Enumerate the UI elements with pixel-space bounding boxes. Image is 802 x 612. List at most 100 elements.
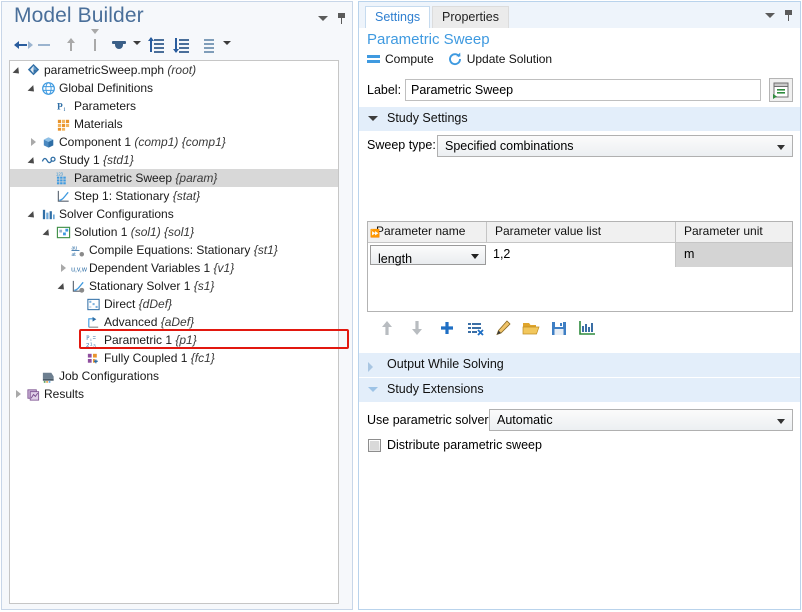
advanced-icon — [85, 313, 102, 331]
tree-item-job-configurations[interactable]: Job Configurations — [10, 367, 338, 385]
tree-item-tag: {dDef} — [135, 297, 172, 311]
tree-item-tag: {st1} — [250, 243, 277, 257]
move-up-icon[interactable] — [377, 318, 397, 338]
parametric-solver-select[interactable]: Automatic — [489, 409, 793, 431]
section-output-while-solving[interactable]: Output While Solving — [359, 352, 800, 377]
tree-item-tag: (sol1) {sol1} — [127, 225, 194, 239]
tree-item-parametricsweep-mph[interactable]: parametricSweep.mph (root) — [10, 61, 338, 79]
expand-toggle-icon[interactable] — [29, 133, 40, 151]
stationary-icon — [55, 187, 72, 205]
study-icon — [40, 151, 57, 169]
tree-item-fully-coupled-1[interactable]: Fully Coupled 1 {fc1} — [10, 349, 338, 367]
tree-item-parametric-1[interactable]: Pi=213Parametric 1 {p1} — [10, 331, 338, 349]
show-hide-dropdown-icon[interactable] — [133, 41, 141, 45]
panel-menu-icon[interactable] — [765, 13, 775, 18]
settings-corner-controls — [765, 10, 793, 21]
tree-indent — [10, 205, 29, 223]
page-title: Model Builder — [14, 4, 144, 28]
tree-item-dependent-variables-1[interactable]: u,v,wDependent Variables 1 {v1} — [10, 259, 338, 277]
tree-toggle-spacer — [29, 367, 40, 385]
table-row[interactable]: length 1,2 m — [368, 243, 792, 267]
tree-item-results[interactable]: Results — [10, 385, 338, 403]
tree-toggle-spacer — [59, 241, 70, 259]
tree-item-compile-equations-stationary[interactable]: auatCompile Equations: Stationary {st1} — [10, 241, 338, 259]
tree-item-parameters[interactable]: PiParameters — [10, 97, 338, 115]
tree-item-parametric-sweep[interactable]: 123Parametric Sweep {param} — [10, 169, 338, 187]
tab-settings[interactable]: Settings — [365, 6, 430, 28]
parameter-table-toolbar — [369, 318, 789, 342]
pin-icon[interactable] — [784, 10, 793, 21]
job-configurations-icon — [40, 367, 57, 385]
column-header-parameter-name: ⏩ Parameter name — [368, 222, 487, 242]
update-solution-button[interactable]: Update Solution — [448, 52, 552, 66]
collapse-toggle-icon[interactable] — [29, 205, 40, 223]
tree-toggle-spacer — [74, 331, 85, 349]
parameter-table[interactable]: ⏩ Parameter name Parameter value list Pa… — [367, 221, 793, 312]
settings-panel: Settings Properties Parametric Sweep Com… — [358, 1, 801, 610]
section-study-settings[interactable]: Study Settings — [359, 106, 800, 131]
tree-item-label: Dependent Variables 1 — [89, 261, 210, 275]
tree-item-component-1[interactable]: Component 1 (comp1) {comp1} — [10, 133, 338, 151]
parameter-name-select[interactable]: length — [370, 245, 486, 265]
tree-item-label: Parametric 1 — [104, 333, 172, 347]
tree-item-label: Component 1 — [59, 135, 131, 149]
section-study-extensions[interactable]: Study Extensions — [359, 377, 800, 402]
tree-item-advanced[interactable]: Advanced {aDef} — [10, 313, 338, 331]
parametric-sweep-icon: 123 — [55, 169, 72, 187]
label-input[interactable] — [405, 79, 761, 101]
delete-icon[interactable] — [465, 318, 485, 338]
tree-indent — [10, 295, 74, 313]
list-view-dropdown-icon[interactable] — [223, 41, 231, 45]
range-icon[interactable] — [577, 318, 597, 338]
section-output-while-solving-label: Output While Solving — [387, 357, 504, 371]
sweep-type-select[interactable]: Specified combinations — [437, 135, 793, 157]
parameter-unit-cell[interactable]: m — [676, 243, 792, 267]
add-icon[interactable] — [437, 318, 457, 338]
clear-table-icon[interactable] — [493, 318, 513, 338]
tree-item-direct[interactable]: Direct {dDef} — [10, 295, 338, 313]
collapse-toggle-icon[interactable] — [14, 61, 25, 79]
distribute-parametric-sweep-checkbox[interactable] — [368, 439, 381, 452]
expand-toggle-icon[interactable] — [59, 259, 70, 277]
save-to-file-icon[interactable] — [549, 318, 569, 338]
model-builder-panel: Model Builder — [1, 1, 353, 610]
move-down-icon[interactable] — [407, 318, 427, 338]
rename-icon[interactable] — [769, 78, 793, 102]
tree-item-label: Compile Equations: Stationary — [89, 243, 250, 257]
tree-item-tag: {param} — [172, 171, 217, 185]
collapse-toggle-icon[interactable] — [59, 277, 70, 295]
parameter-name-value: length — [378, 248, 412, 271]
tree-item-step-1-stationary[interactable]: Step 1: Stationary {stat} — [10, 187, 338, 205]
model-tree[interactable]: parametricSweep.mph (root)Global Definit… — [9, 60, 339, 604]
tree-item-stationary-solver-1[interactable]: Stationary Solver 1 {s1} — [10, 277, 338, 295]
pin-icon[interactable] — [337, 13, 346, 24]
tree-item-solver-configurations[interactable]: Solver Configurations — [10, 205, 338, 223]
tree-indent — [10, 115, 44, 133]
column-header-parameter-unit: Parameter unit — [676, 222, 792, 242]
tree-item-study-1[interactable]: Study 1 {std1} — [10, 151, 338, 169]
chevron-right-icon — [368, 362, 373, 372]
tree-item-materials[interactable]: Materials — [10, 115, 338, 133]
panel-menu-icon[interactable] — [318, 16, 328, 21]
tree-item-global-definitions[interactable]: Global Definitions — [10, 79, 338, 97]
collapse-toggle-icon[interactable] — [29, 151, 40, 169]
collapse-toggle-icon[interactable] — [44, 223, 55, 241]
collapse-toggle-icon[interactable] — [29, 79, 40, 97]
parameter-value-list-cell[interactable]: 1,2 — [487, 243, 676, 267]
tree-item-tag: {fc1} — [187, 351, 214, 365]
compute-button-label: Compute — [385, 52, 434, 66]
load-from-file-icon[interactable] — [521, 318, 541, 338]
tree-toggle-spacer — [44, 115, 55, 133]
component-icon — [40, 133, 57, 151]
settings-actions: Compute Update Solution — [367, 52, 552, 66]
compute-button[interactable]: Compute — [367, 52, 434, 66]
tree-item-solution-1[interactable]: Solution 1 (sol1) {sol1} — [10, 223, 338, 241]
tree-item-tag: {aDef} — [157, 315, 194, 329]
tree-item-label: Stationary Solver 1 — [89, 279, 190, 293]
expand-toggle-icon[interactable] — [14, 385, 25, 403]
tree-item-label: Job Configurations — [59, 369, 159, 383]
stationary-solver-icon — [70, 277, 87, 295]
tab-properties[interactable]: Properties — [432, 6, 509, 28]
settings-title: Parametric Sweep — [367, 31, 490, 48]
tree-item-label: Direct — [104, 297, 135, 311]
